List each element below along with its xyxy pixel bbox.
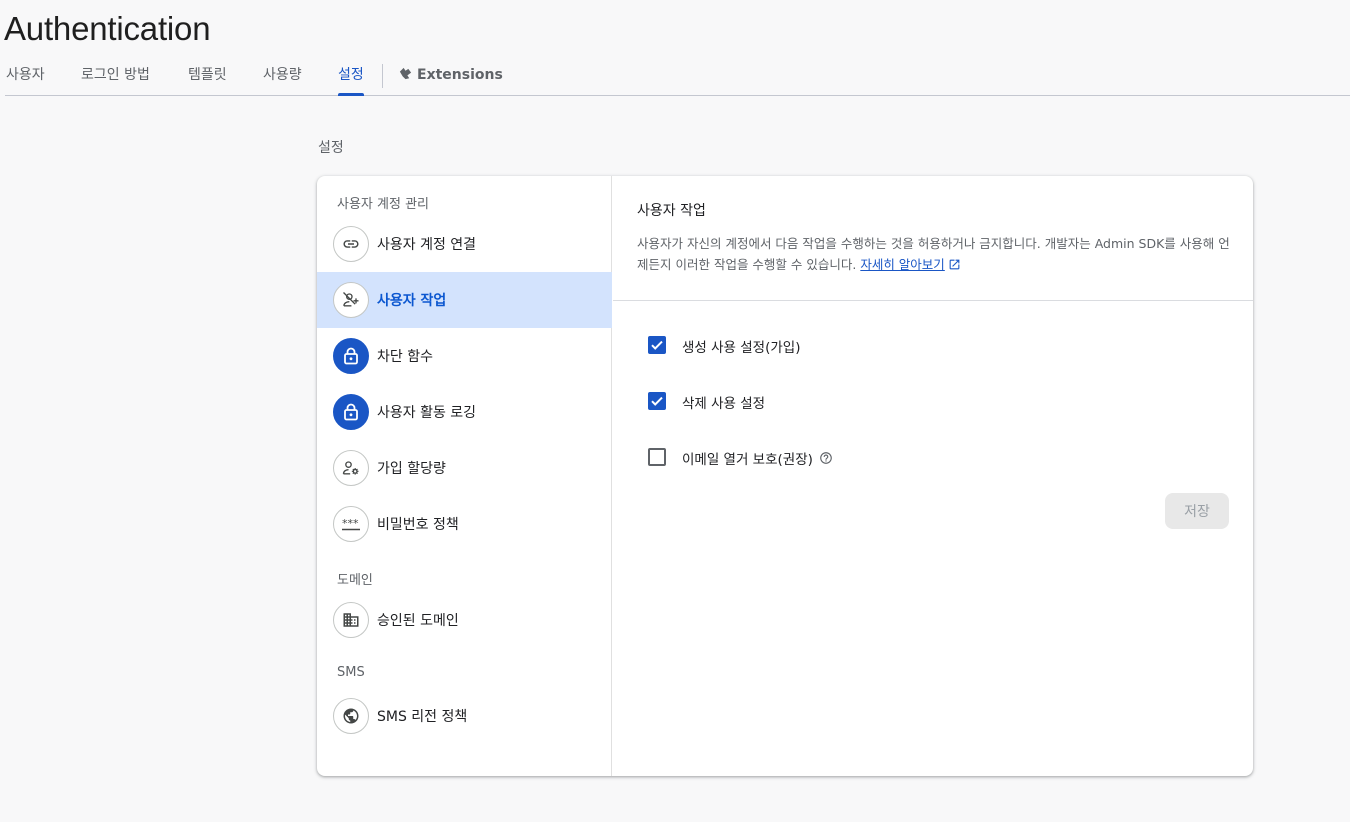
lock-icon (333, 394, 369, 430)
option-label: 이메일 열거 보호(권장) (682, 452, 813, 468)
nav-group-sms: SMS (337, 665, 365, 680)
nav-item-sign-up-quota[interactable]: 가입 할당량 (317, 440, 612, 496)
person-off-add-icon (333, 282, 369, 318)
checkbox-checked[interactable] (648, 336, 666, 354)
learn-more-link[interactable]: 자세히 알아보기 (860, 257, 960, 272)
nav-item-label: SMS 리전 정책 (377, 709, 468, 725)
tab-extensions-label: Extensions (417, 67, 503, 83)
option-label: 삭제 사용 설정 (682, 396, 766, 412)
nav-item-label: 사용자 계정 연결 (377, 237, 477, 253)
option-enable-delete[interactable]: 삭제 사용 설정 (648, 391, 848, 413)
tab-settings[interactable]: 설정 (338, 56, 364, 96)
nav-item-label: 가입 할당량 (377, 461, 446, 477)
option-label: 생성 사용 설정(가입) (682, 340, 801, 356)
settings-card: 사용자 계정 관리 사용자 계정 연결 사용자 작업 차단 함수 사용자 활동 … (317, 176, 1253, 776)
checkbox-unchecked[interactable] (648, 448, 666, 466)
learn-more-label: 자세히 알아보기 (860, 257, 945, 272)
nav-item-authorized-domains[interactable]: 승인된 도메인 (317, 592, 612, 648)
option-email-enumeration-protection[interactable]: 이메일 열거 보호(권장) (648, 447, 908, 469)
checkbox-checked[interactable] (648, 392, 666, 410)
tab-templates[interactable]: 템플릿 (188, 56, 227, 95)
svg-text:***: *** (342, 517, 359, 530)
nav-item-blocking-functions[interactable]: 차단 함수 (317, 328, 612, 384)
nav-item-label: 사용자 활동 로깅 (377, 405, 477, 421)
nav-item-label: 차단 함수 (377, 349, 433, 365)
nav-item-account-linking[interactable]: 사용자 계정 연결 (317, 216, 612, 272)
nav-item-user-activity-logging[interactable]: 사용자 활동 로깅 (317, 384, 612, 440)
link-icon (333, 226, 369, 262)
section-heading: 설정 (318, 140, 344, 156)
tab-extensions[interactable]: Extensions (398, 56, 503, 95)
open-in-new-icon (948, 256, 961, 277)
globe-icon (333, 698, 369, 734)
tab-divider (382, 64, 383, 88)
domain-icon (333, 602, 369, 638)
nav-item-label: 사용자 작업 (377, 293, 447, 309)
nav-item-sms-region-policy[interactable]: SMS 리전 정책 (317, 688, 612, 744)
content-title: 사용자 작업 (637, 203, 706, 219)
page-title: Authentication (4, 10, 211, 47)
content-description: 사용자가 자신의 계정에서 다음 작업을 수행하는 것을 허용하거나 금지합니다… (637, 233, 1237, 277)
content-divider (613, 300, 1253, 301)
tab-sign-in-method[interactable]: 로그인 방법 (81, 56, 150, 95)
nav-item-label: 승인된 도메인 (377, 613, 459, 629)
nav-group-domain: 도메인 (337, 573, 373, 588)
tab-users[interactable]: 사용자 (6, 56, 45, 95)
nav-group-user-account: 사용자 계정 관리 (337, 197, 429, 212)
option-enable-create[interactable]: 생성 사용 설정(가입) (648, 335, 848, 357)
nav-item-password-policy[interactable]: *** 비밀번호 정책 (317, 496, 612, 552)
tab-usage[interactable]: 사용량 (263, 56, 302, 95)
settings-nav: 사용자 계정 관리 사용자 계정 연결 사용자 작업 차단 함수 사용자 활동 … (317, 176, 612, 776)
manage-accounts-icon (333, 450, 369, 486)
save-button[interactable]: 저장 (1165, 493, 1229, 529)
help-icon[interactable] (819, 450, 833, 469)
nav-item-user-actions[interactable]: 사용자 작업 (317, 272, 612, 328)
lock-icon (333, 338, 369, 374)
tab-bar: 사용자 로그인 방법 템플릿 사용량 설정 Extensions (5, 56, 1350, 96)
settings-content: 사용자 작업 사용자가 자신의 계정에서 다음 작업을 수행하는 것을 허용하거… (613, 176, 1253, 776)
nav-item-label: 비밀번호 정책 (377, 517, 459, 533)
extensions-icon (398, 58, 413, 96)
password-icon: *** (333, 506, 369, 542)
